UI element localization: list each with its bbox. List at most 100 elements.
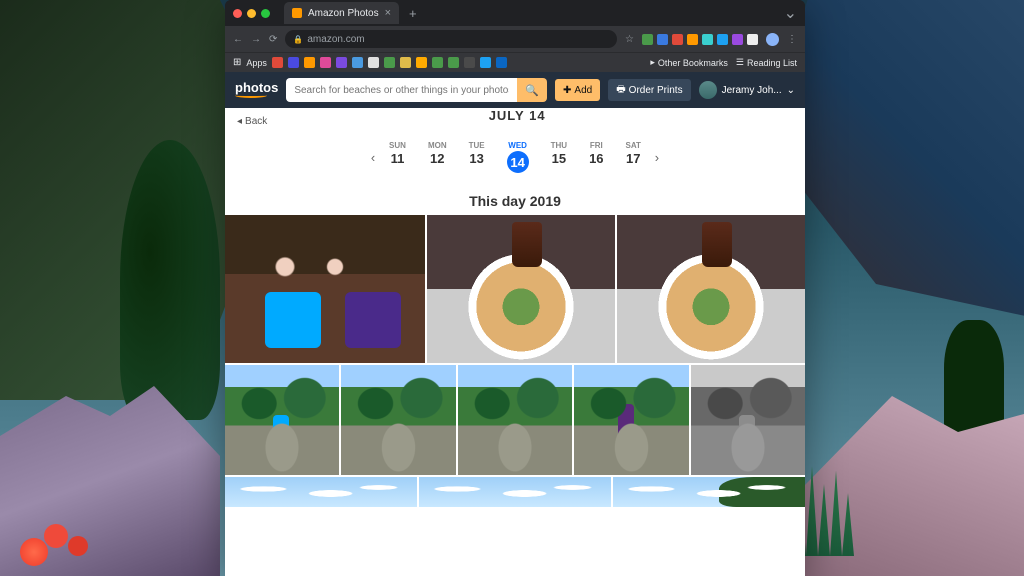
star-icon[interactable]: ☆: [625, 34, 634, 45]
day-of-week: TUE: [469, 141, 485, 150]
search-bar: 🔍: [286, 78, 547, 102]
extension-icon[interactable]: [672, 34, 683, 45]
maximize-window-button[interactable]: [261, 9, 270, 18]
nav-reload-icon[interactable]: ⟳: [269, 34, 277, 45]
order-prints-button[interactable]: 🖶 Order Prints: [608, 79, 690, 101]
photo-thumbnail[interactable]: [341, 365, 455, 475]
other-bookmarks[interactable]: ▸ Other Bookmarks: [650, 57, 728, 68]
minimize-window-button[interactable]: [247, 9, 256, 18]
apps-icon[interactable]: ⊞: [233, 57, 241, 68]
day-number: 17: [626, 151, 641, 166]
avatar: [699, 81, 717, 99]
bookmark-favicon[interactable]: [432, 57, 443, 68]
bookmark-favicon[interactable]: [480, 57, 491, 68]
calendar-day[interactable]: FRI16: [589, 141, 603, 173]
browser-urlbar: ← → ⟳ 🔒 amazon.com ☆ ⋮: [225, 26, 805, 52]
bookmark-favicon[interactable]: [272, 57, 283, 68]
browser-window: Amazon Photos × + ⌄ ← → ⟳ 🔒 amazon.com ☆…: [225, 0, 805, 576]
photo-thumbnail[interactable]: [613, 477, 805, 507]
bookmark-favicon[interactable]: [352, 57, 363, 68]
bookmark-favicon[interactable]: [288, 57, 299, 68]
photo-row: [225, 477, 805, 507]
user-name: Jeramy Joh...: [722, 85, 782, 96]
calendar-day[interactable]: SAT17: [626, 141, 641, 173]
tab-title: Amazon Photos: [308, 8, 379, 19]
app-logo[interactable]: photos: [235, 82, 278, 99]
add-button[interactable]: ✚ Add: [555, 79, 600, 101]
search-input[interactable]: [286, 78, 517, 102]
bookmark-favicon[interactable]: [496, 57, 507, 68]
browser-menu-icon[interactable]: ⋮: [787, 34, 797, 45]
day-number: 13: [469, 151, 485, 166]
nav-back-icon[interactable]: ←: [233, 34, 243, 45]
extension-icon[interactable]: [642, 34, 653, 45]
tab-favicon-icon: [292, 8, 302, 18]
calendar-prev-button[interactable]: ‹: [367, 150, 379, 165]
photo-row: [225, 215, 805, 363]
day-number: 16: [589, 151, 603, 166]
apps-label[interactable]: Apps: [246, 58, 267, 68]
profile-icon[interactable]: [766, 33, 779, 46]
calendar-day[interactable]: SUN11: [389, 141, 406, 173]
bookmark-favicon[interactable]: [416, 57, 427, 68]
calendar-day[interactable]: TUE13: [469, 141, 485, 173]
photo-thumbnail[interactable]: [225, 477, 417, 507]
tab-close-icon[interactable]: ×: [385, 7, 391, 19]
extension-icon[interactable]: [702, 34, 713, 45]
photo-thumbnail[interactable]: [225, 215, 425, 363]
extension-icon[interactable]: [687, 34, 698, 45]
photo-row: [225, 365, 805, 475]
bookmark-favicon[interactable]: [304, 57, 315, 68]
extension-icon[interactable]: [717, 34, 728, 45]
bookmark-favicon[interactable]: [368, 57, 379, 68]
bookmark-favicon[interactable]: [384, 57, 395, 68]
reading-list[interactable]: ☰ Reading List: [736, 57, 797, 68]
bookmark-bar: ⊞ Apps ▸ Other Bookmarks ☰ Reading List: [225, 52, 805, 72]
calendar-day[interactable]: THU15: [551, 141, 567, 173]
address-bar[interactable]: 🔒 amazon.com: [285, 30, 617, 48]
calendar-day[interactable]: WED14: [507, 141, 529, 173]
day-number: 11: [389, 151, 406, 166]
plus-icon: ✚: [563, 85, 571, 96]
new-tab-button[interactable]: +: [405, 6, 421, 21]
extension-icon[interactable]: [732, 34, 743, 45]
photo-thumbnail[interactable]: [427, 215, 615, 363]
app-header: photos 🔍 ✚ Add 🖶 Order Prints Jeramy Joh…: [225, 72, 805, 108]
browser-tab[interactable]: Amazon Photos ×: [284, 2, 399, 24]
lock-icon: 🔒: [293, 35, 303, 44]
calendar-next-button[interactable]: ›: [651, 150, 663, 165]
scroll-content[interactable]: ◂ Back JULY 14 ‹ SUN11MON12TUE13WED14THU…: [225, 108, 805, 576]
bookmark-favicon[interactable]: [448, 57, 459, 68]
bookmark-favicon[interactable]: [400, 57, 411, 68]
app-content: photos 🔍 ✚ Add 🖶 Order Prints Jeramy Joh…: [225, 72, 805, 576]
photo-thumbnail[interactable]: [419, 477, 611, 507]
bookmark-favicon[interactable]: [320, 57, 331, 68]
prints-icon: 🖶: [616, 82, 625, 99]
bookmark-favicon[interactable]: [464, 57, 475, 68]
day-number: 15: [551, 151, 567, 166]
browser-tabbar: Amazon Photos × + ⌄: [225, 0, 805, 26]
day-number: 12: [428, 151, 447, 166]
close-window-button[interactable]: [233, 9, 242, 18]
calendar-day[interactable]: MON12: [428, 141, 447, 173]
photo-thumbnail[interactable]: [574, 365, 688, 475]
photo-thumbnail[interactable]: [458, 365, 572, 475]
bookmark-favicon[interactable]: [336, 57, 347, 68]
back-button[interactable]: ◂ Back: [225, 108, 279, 135]
day-of-week: FRI: [589, 141, 603, 150]
day-of-week: THU: [551, 141, 567, 150]
day-of-week: WED: [507, 141, 529, 150]
extension-icon[interactable]: [657, 34, 668, 45]
search-button[interactable]: 🔍: [517, 78, 547, 102]
photo-thumbnail[interactable]: [225, 365, 339, 475]
calendar-strip: ‹ SUN11 MON12 TUE13 WED14 THU15 FRI16 SAT17 ›: [225, 135, 805, 187]
user-menu[interactable]: Jeramy Joh... ⌄: [699, 81, 795, 99]
extension-icon[interactable]: [747, 34, 758, 45]
day-number: 14: [507, 151, 529, 173]
url-text: amazon.com: [307, 34, 364, 45]
photo-thumbnail[interactable]: [617, 215, 805, 363]
day-of-week: SAT: [626, 141, 641, 150]
nav-forward-icon[interactable]: →: [251, 34, 261, 45]
photo-thumbnail[interactable]: [691, 365, 805, 475]
tab-overflow-icon[interactable]: ⌄: [784, 3, 797, 23]
